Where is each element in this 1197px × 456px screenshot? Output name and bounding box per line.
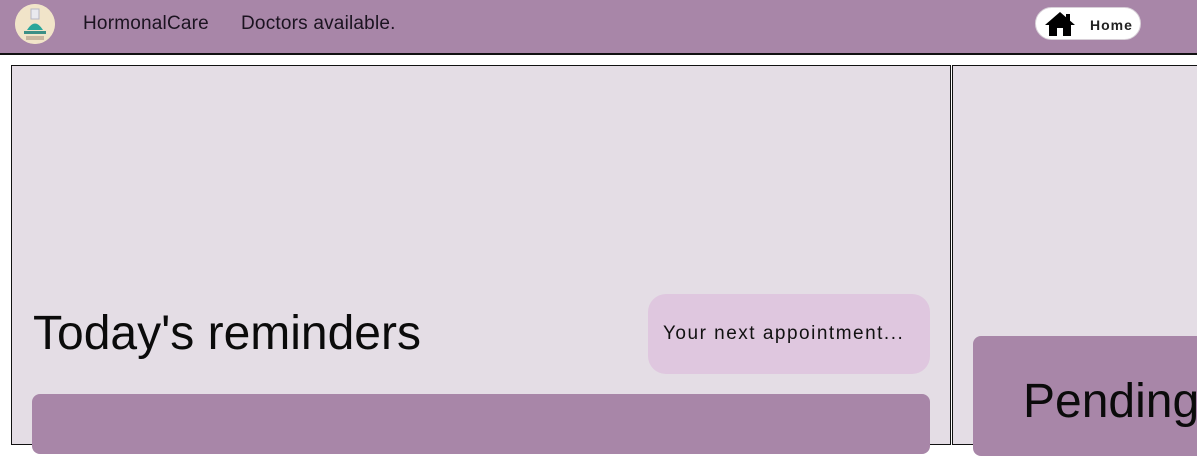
hormonal-care-logo-icon[interactable] — [15, 4, 55, 44]
house-icon — [1044, 11, 1076, 42]
reminders-title: Today's reminders — [33, 307, 421, 360]
home-button[interactable]: Home — [1035, 7, 1141, 40]
top-navbar: HormonalCare Doctors available. Home — [0, 0, 1197, 55]
reminder-card — [32, 394, 930, 454]
reminders-panel: Today's reminders Your next appointment.… — [11, 65, 951, 454]
pending-panel: Pending — [952, 65, 1197, 456]
app-name[interactable]: HormonalCare — [83, 13, 209, 35]
pending-title: Pending — [1023, 375, 1197, 428]
home-button-label: Home — [1090, 17, 1133, 33]
next-appointment-label: Your next appointment... — [663, 323, 905, 344]
next-appointment-button[interactable]: Your next appointment... — [648, 294, 930, 374]
doctors-available-link[interactable]: Doctors available. — [241, 13, 396, 35]
pending-card: Pending — [973, 336, 1197, 456]
